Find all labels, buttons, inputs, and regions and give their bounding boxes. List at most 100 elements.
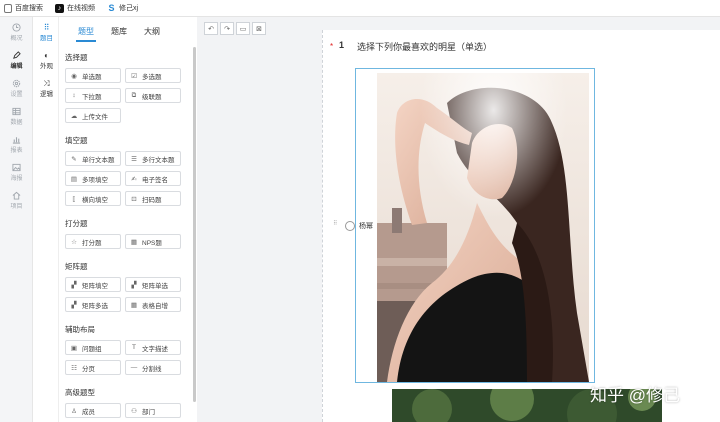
nav-item-edit[interactable]: 编辑	[0, 47, 33, 73]
question-type-sections: 选择题 ◉ 单选题 ☑ 多选题 ↕ 下拉题 ⧉ 级联题 ☁ 上传文件填空题 ✎ 单行文本题 ☰ 多行文本题 ▤…	[60, 52, 194, 422]
question-type-grid: ◉ 单选题 ☑ 多选题 ↕ 下拉题 ⧉ 级联题 ☁ 上传文件	[60, 68, 194, 128]
clock-icon	[12, 22, 21, 32]
nav-item-label: 数据	[10, 119, 23, 126]
editor-subnav: ⠿ 题目 ◐ 外观 ⤨ 逻辑	[34, 17, 59, 422]
question-type-grid: ☆ 打分题 ▦ NPS题	[60, 234, 194, 254]
question-type-label: 表格自增	[142, 302, 168, 310]
main-nav-rail: 概况 编辑 设置 数据 报表 海报 项目	[0, 17, 33, 422]
option-label[interactable]: 杨幂	[359, 221, 373, 231]
question-type-button[interactable]: — 分割线	[125, 360, 181, 375]
gear-icon	[12, 79, 21, 87]
question-type-button[interactable]: ▤ 多项填空	[65, 171, 121, 186]
question-title[interactable]: 选择下列你最喜欢的明星（单选）	[357, 40, 492, 53]
nav-item-poster[interactable]: 海报	[0, 159, 33, 185]
nav-item-settings[interactable]: 设置	[0, 75, 33, 101]
nav-item-label: 报表	[10, 147, 23, 154]
question-type-label: 扫码题	[142, 196, 162, 204]
home-icon	[12, 191, 21, 200]
redo-button[interactable]: ↷	[220, 22, 234, 35]
question-type-icon: ▦	[130, 301, 138, 309]
subnav-label: 题目	[40, 34, 53, 42]
nav-item-project[interactable]: 项目	[0, 187, 33, 213]
question-type-button[interactable]: ▦ 表格自增	[125, 297, 181, 312]
question-type-button[interactable]: ☰ 多行文本题	[125, 151, 181, 166]
pencil-icon	[13, 50, 21, 59]
question-type-label: 多项填空	[82, 176, 108, 184]
question-type-button[interactable]: ◉ 单选题	[65, 68, 121, 83]
undo-button[interactable]: ↶	[204, 22, 218, 35]
question-type-button[interactable]: ✍ 电子签名	[125, 171, 181, 186]
question-type-button[interactable]: ✎ 单行文本题	[65, 151, 121, 166]
question-type-icon: ▣	[70, 344, 78, 352]
bookmark-xiuji[interactable]: S 修己xj	[107, 3, 138, 13]
question-type-button[interactable]: ⊡ 扫码题	[125, 191, 181, 206]
question-type-button[interactable]: ▞ 矩阵单选	[125, 277, 181, 292]
question-type-button[interactable]: ▞ 矩阵多选	[65, 297, 121, 312]
nav-item-report[interactable]: 报表	[0, 131, 33, 157]
question-type-label: 电子签名	[142, 176, 168, 184]
question-type-button[interactable]: ☑ 多选题	[125, 68, 181, 83]
nav-item-data[interactable]: 数据	[0, 103, 33, 129]
tiktok-icon: ♪	[55, 3, 64, 13]
question-type-button[interactable]: ☆ 打分题	[65, 234, 121, 249]
question-type-button[interactable]: ⧉ 级联题	[125, 88, 181, 103]
section-title: 填空题	[65, 136, 88, 145]
question-number: 1	[339, 40, 345, 50]
clear-button[interactable]: ⊠	[252, 22, 266, 35]
question-type-icon: ♙	[71, 407, 77, 415]
grid-icon: ⠿	[43, 22, 50, 32]
question-type-button[interactable]: ▦ NPS题	[125, 234, 181, 249]
subnav-logic[interactable]: ⤨ 逻辑	[34, 75, 59, 101]
question-type-icon: ☆	[71, 238, 77, 246]
nav-item-label: 概况	[10, 35, 23, 42]
question-type-icon: ✎	[71, 155, 77, 163]
watermark-text: 知乎 @修己	[590, 386, 680, 405]
question-type-panel: 题型 题库 大纲 选择题 ◉ 单选题 ☑ 多选题 ↕ 下拉题 ⧉ 级联题 ☁ 上传文件填空题 ✎ 单行文…	[60, 17, 194, 422]
question-type-label: 分割线	[142, 365, 162, 373]
question-type-button[interactable]: ☁ 上传文件	[65, 108, 121, 123]
preview-button[interactable]: ▭	[236, 22, 250, 35]
question-type-label: 打分题	[82, 239, 102, 247]
panel-tabs: 题型 题库 大纲	[60, 17, 194, 45]
question-type-icon: ◉	[71, 72, 77, 80]
question-type-label: 矩阵填空	[82, 282, 108, 290]
question-type-icon: ⟦	[72, 195, 76, 203]
question-type-button[interactable]: ⟦ 横向填空	[65, 191, 121, 206]
question-type-button[interactable]: T 文字描述	[125, 340, 181, 355]
question-type-button[interactable]: ♙ 成员	[65, 403, 121, 418]
bookmark-label: 在线视频	[67, 5, 95, 12]
subnav-questions[interactable]: ⠿ 题目	[34, 19, 59, 45]
bookmark-video[interactable]: ♪ 在线视频	[55, 3, 95, 13]
question-type-icon: ☷	[71, 364, 77, 372]
document-icon	[4, 3, 12, 13]
question-type-label: 单行文本题	[82, 156, 115, 164]
shuffle-icon: ⤨	[43, 78, 50, 88]
question-type-button[interactable]: ▣ 问题组	[65, 340, 121, 355]
question-type-label: 矩阵多选	[82, 302, 108, 310]
question-type-button[interactable]: ☷ 分页	[65, 360, 121, 375]
question-type-label: 问题组	[82, 345, 102, 353]
nav-item-overview[interactable]: 概况	[0, 19, 33, 45]
subnav-appearance[interactable]: ◐ 外观	[34, 47, 59, 73]
question-type-label: 下拉题	[82, 93, 102, 101]
question-type-button[interactable]: ↕ 下拉题	[65, 88, 121, 103]
question-type-button[interactable]: ⚇ 部门	[125, 403, 181, 418]
question-type-grid: ▣ 问题组 T 文字描述 ☷ 分页 — 分割线	[60, 340, 194, 380]
question-type-icon: T	[132, 344, 136, 351]
section-title: 选择题	[65, 53, 88, 62]
tab-question-bank[interactable]: 题库	[111, 26, 127, 37]
bookmark-baidu[interactable]: 百度搜索	[4, 3, 43, 13]
tab-outline[interactable]: 大纲	[144, 26, 160, 37]
question-type-button[interactable]: ▞ 矩阵填空	[65, 277, 121, 292]
tab-question-types[interactable]: 题型	[76, 26, 96, 42]
question-type-icon: ✍	[131, 175, 137, 183]
image-icon	[12, 163, 21, 171]
question-type-label: 分页	[82, 365, 95, 373]
drag-handle-icon[interactable]: ⠿	[333, 220, 337, 227]
question-type-grid: ✎ 单行文本题 ☰ 多行文本题 ▤ 多项填空 ✍ 电子签名 ⟦ 横向填空 ⊡ 扫码题	[60, 151, 194, 211]
panel-scrollbar[interactable]	[193, 47, 196, 402]
section-title: 高级题型	[65, 388, 95, 397]
question-type-label: 单选题	[82, 73, 102, 81]
s-logo-icon: S	[107, 2, 116, 13]
option-radio[interactable]	[345, 221, 355, 231]
